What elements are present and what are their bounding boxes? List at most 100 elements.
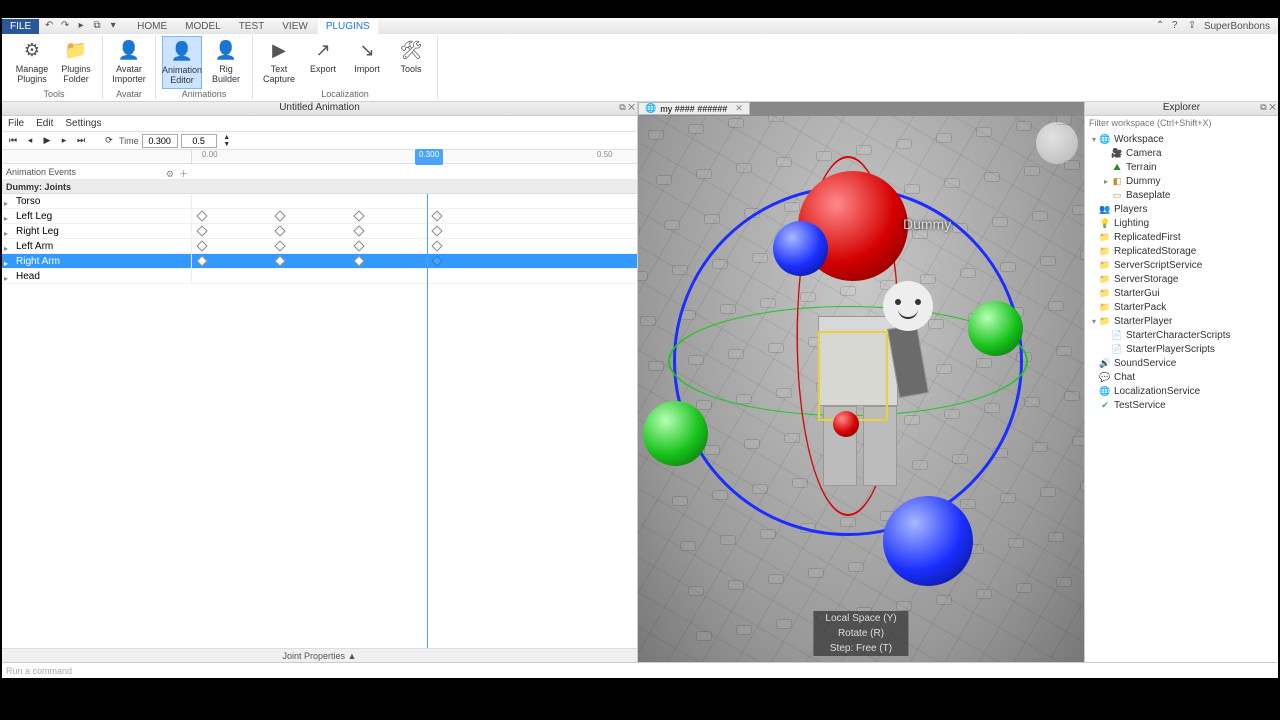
anim-menu-file[interactable]: File <box>8 118 24 129</box>
loop-button[interactable]: ⟳ <box>102 134 116 148</box>
explorer-node-baseplate[interactable]: ▭Baseplate <box>1085 188 1278 202</box>
explorer-node-startergui[interactable]: 📁StarterGui <box>1085 286 1278 300</box>
sky-widget[interactable] <box>1036 122 1078 164</box>
explorer-node-starterplayerscripts[interactable]: 📄StarterPlayerScripts <box>1085 342 1278 356</box>
tree-twisty-icon[interactable]: ▸ <box>1101 177 1111 186</box>
track-left-leg[interactable]: ▸Left Leg <box>2 209 637 224</box>
explorer-filter[interactable] <box>1085 116 1278 130</box>
explorer-node-camera[interactable]: 🎥Camera <box>1085 146 1278 160</box>
keyframe[interactable] <box>274 225 285 236</box>
dropdown-icon[interactable]: ▾ <box>107 20 119 32</box>
explorer-node-serverstorage[interactable]: 📁ServerStorage <box>1085 272 1278 286</box>
keyframe[interactable] <box>196 255 207 266</box>
explorer-filter-input[interactable] <box>1085 116 1278 130</box>
play-icon[interactable]: ▸ <box>75 20 87 32</box>
keyframe[interactable] <box>431 255 442 266</box>
viewport-tab[interactable]: 🌐 my #### ###### ✕ <box>638 102 750 115</box>
explorer-node-replicatedstorage[interactable]: 📁ReplicatedStorage <box>1085 244 1278 258</box>
keyframe[interactable] <box>353 210 364 221</box>
keyframe[interactable] <box>196 225 207 236</box>
explorer-node-lighting[interactable]: 💡Lighting <box>1085 216 1278 230</box>
snap-input[interactable]: 0.5 <box>181 134 217 148</box>
timeline-ruler[interactable]: 0.000.500.300 <box>2 150 637 164</box>
explorer-node-testservice[interactable]: ✔TestService <box>1085 398 1278 412</box>
close-tab-icon[interactable]: ✕ <box>735 103 743 114</box>
explorer-node-serverscriptservice[interactable]: 📁ServerScriptService <box>1085 258 1278 272</box>
rig-builder-button[interactable]: 👤RigBuilder <box>206 36 246 89</box>
time-input[interactable]: 0.300 <box>142 134 178 148</box>
explorer-node-replicatedfirst[interactable]: 📁ReplicatedFirst <box>1085 230 1278 244</box>
track-torso[interactable]: ▸Torso <box>2 194 637 209</box>
explorer-node-dummy[interactable]: ▸◧Dummy <box>1085 174 1278 188</box>
username-label[interactable]: SuperBonbons <box>1204 21 1270 32</box>
play-button[interactable]: ▶ <box>40 134 54 148</box>
explorer-node-terrain[interactable]: ⛰Terrain <box>1085 160 1278 174</box>
gizmo-handle-left[interactable] <box>643 401 708 466</box>
anim-menu-edit[interactable]: Edit <box>36 118 53 129</box>
help-icon[interactable]: ? <box>1172 20 1184 32</box>
keyframe[interactable] <box>431 225 442 236</box>
add-event-icon[interactable]: ＋ <box>179 166 188 182</box>
step-up-icon[interactable]: ▲▼ <box>220 134 234 148</box>
expand-icon[interactable]: ▸ <box>4 271 8 286</box>
next-frame-button[interactable]: ▸ <box>57 134 71 148</box>
ribbon-tab-model[interactable]: MODEL <box>177 19 229 34</box>
tree-twisty-icon[interactable]: ▾ <box>1089 317 1099 326</box>
ribbon-tab-home[interactable]: HOME <box>129 19 175 34</box>
first-frame-button[interactable]: ⏮ <box>6 134 20 148</box>
prev-frame-button[interactable]: ◂ <box>23 134 37 148</box>
keyframe[interactable] <box>353 255 364 266</box>
gizmo-handle-bottom[interactable] <box>883 496 973 586</box>
explorer-node-workspace[interactable]: ▾🌐Workspace <box>1085 132 1278 146</box>
keyframe[interactable] <box>431 240 442 251</box>
ribbon-tab-test[interactable]: TEST <box>231 19 273 34</box>
command-bar[interactable]: Run a command <box>2 662 1278 678</box>
explorer-node-starterpack[interactable]: 📁StarterPack <box>1085 300 1278 314</box>
explorer-node-startercharacterscripts[interactable]: 📄StarterCharacterScripts <box>1085 328 1278 342</box>
gizmo-handle-left-top[interactable] <box>773 221 828 276</box>
gear-icon[interactable]: ⚙ <box>166 166 174 182</box>
tree-twisty-icon[interactable]: ▾ <box>1089 135 1099 144</box>
keyframe[interactable] <box>353 225 364 236</box>
joint-properties-toggle[interactable]: Joint Properties ▲ <box>2 648 637 662</box>
keyframe[interactable] <box>431 210 442 221</box>
explorer-node-soundservice[interactable]: 🔊SoundService <box>1085 356 1278 370</box>
undo-icon[interactable]: ↶ <box>43 20 55 32</box>
keyframe[interactable] <box>196 210 207 221</box>
playhead-line[interactable] <box>427 194 428 648</box>
track-head[interactable]: ▸Head <box>2 269 637 284</box>
explorer-node-starterplayer[interactable]: ▾📁StarterPlayer <box>1085 314 1278 328</box>
gizmo-handle-right[interactable] <box>968 301 1023 356</box>
keyframe[interactable] <box>274 210 285 221</box>
upgrade-icon[interactable]: ⌃ <box>1156 20 1168 32</box>
explorer-node-localizationservice[interactable]: 🌐LocalizationService <box>1085 384 1278 398</box>
track-right-arm[interactable]: ▸Right Arm <box>2 254 637 269</box>
dock-icon[interactable]: ⧉ <box>1260 102 1266 112</box>
redo-icon[interactable]: ↷ <box>59 20 71 32</box>
import-button[interactable]: ↘Import <box>347 36 387 89</box>
share-icon[interactable]: ⇪ <box>1188 20 1200 32</box>
tools-button[interactable]: 🛠Tools <box>391 36 431 89</box>
explorer-node-chat[interactable]: 💬Chat <box>1085 370 1278 384</box>
last-frame-button[interactable]: ⏭ <box>74 134 88 148</box>
dock-icon[interactable]: ⧉ <box>619 102 625 112</box>
track-left-arm[interactable]: ▸Left Arm <box>2 239 637 254</box>
text-capture-button[interactable]: ▶TextCapture <box>259 36 299 89</box>
keyframe[interactable] <box>274 240 285 251</box>
gizmo-handle-center[interactable] <box>833 411 859 437</box>
avatar-importer-button[interactable]: 👤AvatarImporter <box>109 36 149 89</box>
anim-menu-settings[interactable]: Settings <box>65 118 101 129</box>
track-right-leg[interactable]: ▸Right Leg <box>2 224 637 239</box>
explorer-node-players[interactable]: 👥Players <box>1085 202 1278 216</box>
animation-editor-button[interactable]: 👤AnimationEditor <box>162 36 202 89</box>
ribbon-tab-view[interactable]: VIEW <box>274 19 316 34</box>
export-button[interactable]: ↗Export <box>303 36 343 89</box>
plugins-folder-button[interactable]: 📁PluginsFolder <box>56 36 96 89</box>
ribbon-tab-plugins[interactable]: PLUGINS <box>318 19 378 34</box>
file-menu[interactable]: FILE <box>2 19 39 34</box>
close-icon[interactable]: ✕ <box>628 102 635 112</box>
manage-plugins-button[interactable]: ⚙ManagePlugins <box>12 36 52 89</box>
keyframe[interactable] <box>196 240 207 251</box>
keyframe[interactable] <box>353 240 364 251</box>
playhead[interactable]: 0.300 <box>415 149 443 165</box>
